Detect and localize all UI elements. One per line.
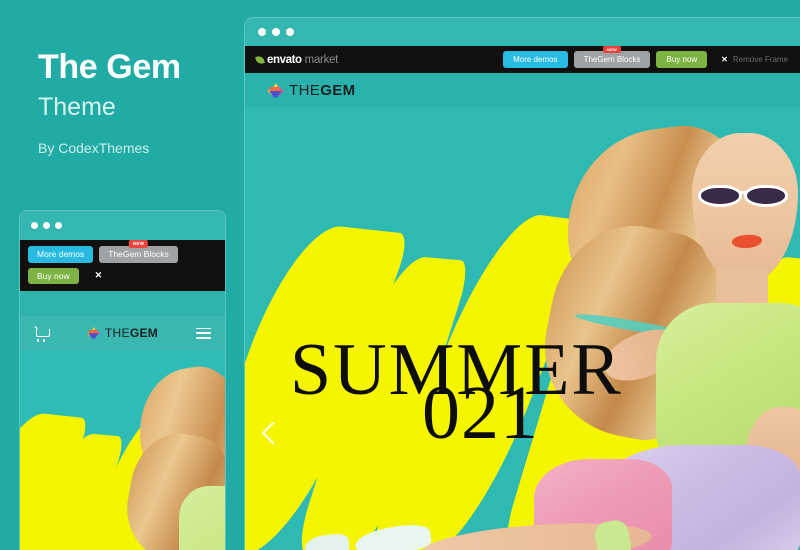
sunglasses-icon [698,183,800,209]
envato-actions: More demos NEW TheGem Blocks Buy now ✕ R… [503,46,794,68]
close-icon: ✕ [721,54,728,64]
title-block: The Gem Theme By CodexThemes [38,48,238,156]
mobile-thegem-blocks-label: TheGem Blocks [108,249,169,259]
mobile-window-titlebar [20,211,225,240]
mobile-logo-gem: GEM [129,326,159,340]
thegem-blocks-label: TheGem Blocks [583,54,641,64]
cart-wheel-left-icon [37,339,40,342]
mobile-logo[interactable]: THEGEM [86,327,158,339]
site-logo-text: THEGEM [289,83,356,98]
window-dot-red[interactable] [31,222,38,229]
envato-logo-primary: envato [267,53,302,66]
site-logo[interactable]: THEGEM [267,82,356,98]
cart-wheel-right-icon [43,339,46,342]
remove-frame-label: Remove Frame [732,55,788,64]
window-dot-yellow[interactable] [43,222,50,229]
window-dot-red[interactable] [258,28,266,36]
mobile-preview-frame[interactable]: More demos NEW TheGem Blocks Buy now ✕ T… [20,211,225,550]
page-title: The Gem [38,48,181,86]
cart-icon[interactable] [34,327,50,342]
hero-slider[interactable]: SUMMER 2021 [245,107,800,550]
desktop-preview-frame[interactable]: envato market More demos NEW TheGem Block… [245,18,800,550]
envato-market-bar: envato market More demos NEW TheGem Block… [245,46,800,73]
mobile-more-demos-button[interactable]: More demos [28,246,94,263]
mobile-envato-row-2: Buy now ✕ [28,267,225,284]
theme-author: By CodexThemes [38,139,150,156]
mobile-logo-the: THE [104,326,130,340]
thegem-blocks-button[interactable]: NEW TheGem Blocks [573,46,651,68]
desktop-window-titlebar [245,18,800,46]
gem-icon [86,327,100,339]
envato-logo-secondary: market [304,53,339,66]
left-info-panel: The Gem Theme By CodexThemes More demos … [0,0,245,550]
mobile-logo-text: THEGEM [105,327,158,339]
site-logo-gem: GEM [320,81,356,99]
gem-icon [267,82,284,98]
window-dot-green[interactable] [286,28,294,36]
site-header: THEGEM [245,73,800,107]
mobile-envato-row-1: More demos NEW TheGem Blocks [28,240,225,263]
remove-frame-button[interactable]: ✕ Remove Frame [713,55,794,64]
mobile-new-badge: NEW [129,240,148,248]
buy-now-button[interactable]: Buy now [656,51,708,68]
mobile-hero-wrapper: THEGEM [20,316,225,550]
leaf-icon [256,56,264,64]
site-logo-the: THE [289,81,321,99]
envato-market-logo[interactable]: envato market [256,54,338,66]
hamburger-menu-icon[interactable] [195,327,211,339]
new-badge: NEW [603,46,621,53]
mobile-envato-market-bar: More demos NEW TheGem Blocks Buy now ✕ [20,240,225,291]
window-dot-green[interactable] [55,222,62,229]
mobile-thegem-blocks-button[interactable]: NEW TheGem Blocks [99,240,178,263]
mobile-hero-slider[interactable] [20,350,225,550]
mobile-buy-now-button[interactable]: Buy now [28,267,79,284]
mobile-site-header: THEGEM [20,316,225,350]
page-subtitle: Theme [38,92,116,121]
hero-model-image [303,107,800,550]
more-demos-button[interactable]: More demos [503,51,568,68]
mobile-close-icon[interactable]: ✕ [85,271,103,280]
window-dot-yellow[interactable] [272,28,280,36]
mobile-hero-model-image [118,361,225,550]
